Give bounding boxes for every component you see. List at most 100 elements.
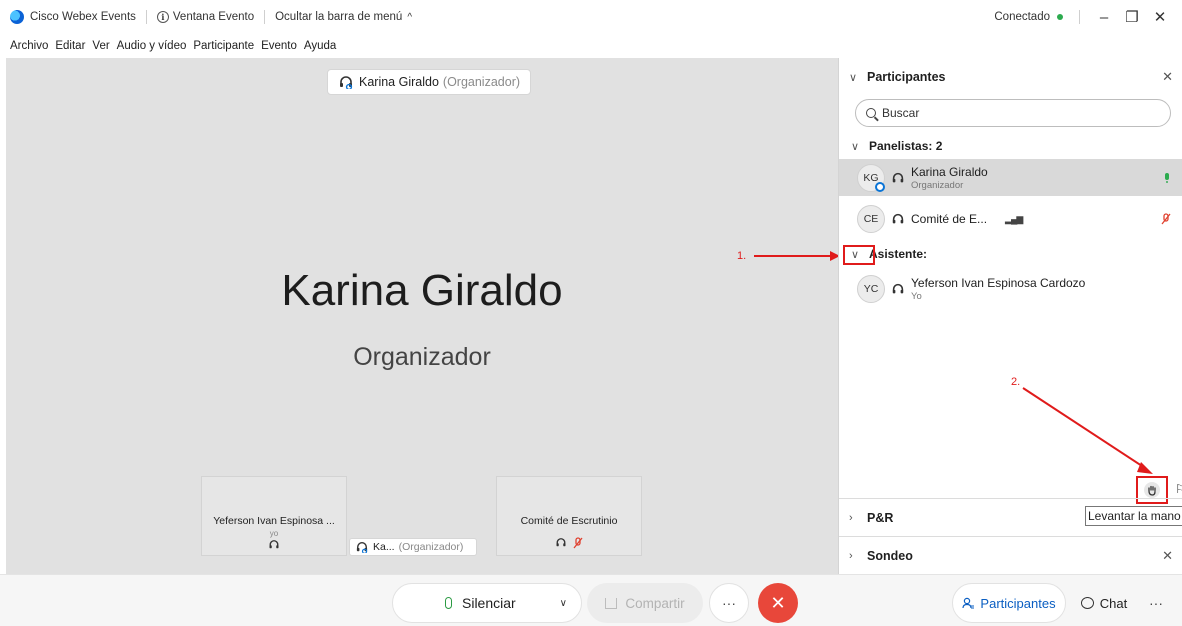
- info-icon: i: [156, 11, 169, 23]
- participants-panel: ∨ Participantes ✕ Buscar ∨ Panelistas: 2…: [838, 58, 1182, 574]
- participant-row[interactable]: YC Yeferson Ivan Espinosa Cardozo Yo: [839, 272, 1182, 306]
- attendee-group-header[interactable]: ∨ Asistente:: [839, 243, 1182, 265]
- chevron-right-icon: ›: [849, 511, 853, 524]
- annotation-arrow-1: [754, 251, 840, 261]
- menu-ayuda[interactable]: Ayuda: [304, 40, 336, 52]
- microphone-icon: [445, 597, 452, 609]
- menu-participante[interactable]: Participante: [193, 40, 254, 52]
- leave-meeting-button[interactable]: ✕: [758, 583, 798, 623]
- poll-section-header[interactable]: › Sondeo ✕: [839, 536, 1182, 574]
- meeting-controls: Silenciar ∨ Compartir ··· ✕ Participante…: [0, 574, 1182, 626]
- participant-text: Yeferson Ivan Espinosa Cardozo Yo: [911, 276, 1085, 302]
- headset-icon: [892, 172, 904, 182]
- close-poll-button[interactable]: ✕: [1162, 548, 1173, 564]
- hide-menu-label: Ocultar la barra de menú: [275, 11, 403, 23]
- more-panels-button[interactable]: ···: [1138, 583, 1174, 623]
- headset-icon: [269, 540, 279, 549]
- chevron-up-icon: ^: [407, 11, 413, 23]
- search-icon: [866, 108, 876, 118]
- menu-audio-video[interactable]: Audio y vídeo: [117, 40, 187, 52]
- event-window-label: Ventana Evento: [172, 11, 255, 23]
- mute-button[interactable]: Silenciar ∨: [392, 583, 582, 623]
- participant-row[interactable]: KG Karina Giraldo Organizador: [839, 159, 1182, 196]
- avatar: YC: [857, 275, 885, 303]
- thumbnail-sub: yo: [269, 529, 279, 538]
- participants-panel-header[interactable]: ∨ Participantes ✕: [839, 58, 1182, 96]
- close-panel-button[interactable]: ✕: [1162, 69, 1173, 85]
- participants-icon: [962, 597, 975, 609]
- attendee-label: Asistente:: [869, 247, 928, 261]
- headset-icon: [356, 542, 368, 553]
- qa-section-header[interactable]: › P&R: [839, 498, 1182, 536]
- search-input[interactable]: Buscar: [855, 99, 1171, 127]
- avatar-initials: CE: [863, 213, 879, 225]
- panel-title: Participantes: [867, 70, 946, 84]
- share-button[interactable]: Compartir: [587, 583, 703, 623]
- share-label: Compartir: [625, 595, 685, 611]
- thumbnail-icons: [497, 537, 641, 549]
- hide-menu-button[interactable]: Ocultar la barra de menú ^: [275, 11, 412, 23]
- speaker-role: (Organizador): [442, 75, 521, 89]
- chevron-right-icon: ›: [849, 549, 853, 562]
- minimize-button[interactable]: –: [1090, 9, 1118, 26]
- participant-role: Yo: [911, 291, 922, 302]
- participant-name: Karina Giraldo: [911, 164, 988, 179]
- participant-text: Karina Giraldo Organizador: [911, 165, 988, 191]
- separator: [145, 10, 147, 24]
- close-window-button[interactable]: ✕: [1146, 8, 1174, 26]
- event-window-button[interactable]: i Ventana Evento: [156, 11, 255, 23]
- menu-editar[interactable]: Editar: [55, 40, 85, 52]
- annotation-arrow-2: [1022, 387, 1153, 474]
- menu-bar: Archivo Editar Ver Audio y vídeo Partici…: [0, 34, 1182, 58]
- mini-tag-name: Ka...: [373, 541, 395, 553]
- avatar-initials: YC: [863, 283, 879, 295]
- thumbnail-name: Yeferson Ivan Espinosa ...: [213, 515, 335, 527]
- participant-row[interactable]: CE Comité de E... ▂▄▆: [839, 202, 1182, 236]
- mini-speaker-tag: Ka... (Organizador): [349, 538, 477, 556]
- menu-ver[interactable]: Ver: [92, 40, 109, 52]
- chat-label: Chat: [1099, 595, 1128, 611]
- menu-archivo[interactable]: Archivo: [10, 40, 48, 52]
- video-thumbnail-comite[interactable]: Comité de Escrutinio: [496, 476, 642, 556]
- mic-active-icon: [1165, 172, 1169, 183]
- panelists-group-header[interactable]: ∨ Panelistas: 2: [839, 135, 1182, 157]
- restore-button[interactable]: ❐: [1118, 8, 1146, 26]
- chevron-down-icon: ∨: [849, 71, 858, 84]
- thumbnail-icons: [202, 539, 346, 550]
- presenter-name: Karina Giraldo: [281, 266, 563, 315]
- connection-status: Conectado: [994, 11, 1050, 23]
- video-thumbnail-yeferson[interactable]: Yeferson Ivan Espinosa ... yo: [201, 476, 347, 556]
- presenter-role: Organizador: [353, 343, 491, 371]
- participant-name: Comité de E...: [911, 212, 988, 226]
- share-icon: [605, 597, 618, 609]
- title-bar: Cisco Webex Events i Ventana Evento Ocul…: [0, 0, 1182, 34]
- host-badge-icon: [875, 181, 885, 192]
- mute-label: Silenciar: [462, 595, 516, 611]
- chevron-down-icon: ∨: [851, 140, 860, 153]
- headset-icon: [340, 76, 353, 89]
- flag-icon[interactable]: ⚐: [1175, 482, 1182, 496]
- separator: [264, 10, 266, 24]
- headset-icon: [892, 283, 904, 294]
- search-placeholder: Buscar: [882, 106, 920, 120]
- signal-strength-icon: ▂▄▆: [1005, 213, 1023, 224]
- more-options-button[interactable]: ···: [709, 583, 749, 623]
- qa-label: P&R: [867, 510, 894, 525]
- audio-options-chevron-icon[interactable]: ∨: [560, 598, 567, 609]
- avatar: CE: [857, 205, 885, 233]
- participant-role: Organizador: [911, 179, 964, 191]
- panelists-label: Panelistas: 2: [869, 139, 943, 153]
- video-stage: Karina Giraldo (Organizador) Karina Gira…: [6, 58, 838, 574]
- mini-tag-role: (Organizador): [398, 541, 464, 553]
- connection-dot-icon: [1057, 14, 1063, 20]
- separator: [1079, 10, 1080, 24]
- participants-button[interactable]: Participantes: [952, 583, 1066, 623]
- chat-button[interactable]: Chat: [1072, 583, 1136, 623]
- webex-logo-icon: [10, 10, 24, 24]
- mic-muted-icon: [573, 537, 583, 549]
- thumbnail-name: Comité de Escrutinio: [520, 515, 618, 527]
- poll-label: Sondeo: [867, 548, 913, 563]
- menu-evento[interactable]: Evento: [261, 40, 297, 52]
- headset-icon: [556, 538, 566, 547]
- mic-muted-icon: [1161, 213, 1171, 225]
